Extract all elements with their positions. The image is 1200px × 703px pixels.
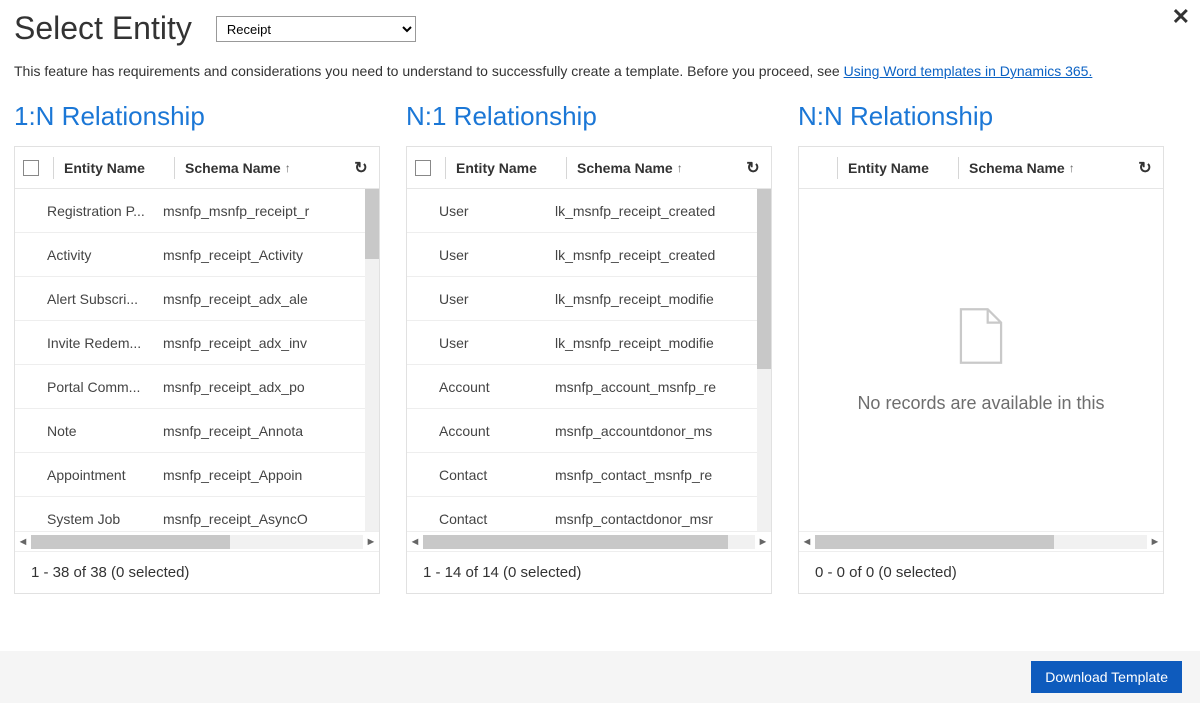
vertical-scrollbar-n1[interactable]: [757, 189, 771, 531]
table-row[interactable]: Accountmsnfp_account_msnfp_re: [407, 365, 771, 409]
grid-footer-1n: 1 - 38 of 38 (0 selected): [15, 551, 379, 593]
grid-nn: Entity Name Schema Name ↑ ↻ No recor: [798, 146, 1164, 594]
cell-schema: lk_msnfp_receipt_created: [555, 247, 771, 263]
cell-schema: msnfp_contact_msnfp_re: [555, 467, 771, 483]
hscroll-left-n1[interactable]: ◄: [407, 536, 423, 548]
sort-asc-icon: ↑: [285, 161, 291, 175]
sort-asc-icon: ↑: [1069, 161, 1075, 175]
header-entity-n1[interactable]: Entity Name: [452, 160, 560, 176]
action-bar: Download Template: [0, 651, 1200, 703]
table-row[interactable]: Userlk_msnfp_receipt_modifie: [407, 277, 771, 321]
table-row[interactable]: Userlk_msnfp_receipt_created: [407, 233, 771, 277]
cell-entity: Portal Comm...: [47, 379, 163, 395]
cell-schema: msnfp_account_msnfp_re: [555, 379, 771, 395]
section-title-1n: 1:N Relationship: [14, 101, 380, 132]
cell-entity: Appointment: [47, 467, 163, 483]
grid-footer-nn: 0 - 0 of 0 (0 selected): [799, 551, 1163, 593]
table-row[interactable]: Alert Subscri...msnfp_receipt_adx_ale: [15, 277, 379, 321]
table-row[interactable]: Userlk_msnfp_receipt_created: [407, 189, 771, 233]
intro-text-body: This feature has requirements and consid…: [14, 63, 844, 79]
cell-entity: Registration P...: [47, 203, 163, 219]
select-all-checkbox-n1[interactable]: [415, 160, 431, 176]
header-schema-n1[interactable]: Schema Name ↑: [573, 160, 741, 176]
hscroll-right-n1[interactable]: ►: [755, 536, 771, 548]
table-row[interactable]: Contactmsnfp_contact_msnfp_re: [407, 453, 771, 497]
header-entity-1n[interactable]: Entity Name: [60, 160, 168, 176]
table-row[interactable]: Invite Redem...msnfp_receipt_adx_inv: [15, 321, 379, 365]
cell-schema: msnfp_receipt_AsyncO: [163, 511, 379, 527]
header-schema-nn[interactable]: Schema Name ↑: [965, 160, 1133, 176]
hscroll-left-1n[interactable]: ◄: [15, 536, 31, 548]
refresh-icon[interactable]: ↻: [1133, 158, 1157, 178]
cell-schema: lk_msnfp_receipt_modifie: [555, 335, 771, 351]
refresh-icon[interactable]: ↻: [741, 158, 765, 178]
cell-entity: User: [439, 291, 555, 307]
cell-entity: User: [439, 203, 555, 219]
header-entity-nn[interactable]: Entity Name: [844, 160, 952, 176]
cell-entity: Account: [439, 379, 555, 395]
grid-footer-n1: 1 - 14 of 14 (0 selected): [407, 551, 771, 593]
cell-schema: msnfp_msnfp_receipt_r: [163, 203, 379, 219]
entity-select[interactable]: Receipt: [216, 16, 416, 42]
refresh-icon[interactable]: ↻: [349, 158, 373, 178]
hscroll-right-1n[interactable]: ►: [363, 536, 379, 548]
cell-schema: msnfp_accountdonor_ms: [555, 423, 771, 439]
grid-header-1n: Entity Name Schema Name ↑ ↻: [15, 147, 379, 189]
cell-entity: Account: [439, 423, 555, 439]
cell-schema: msnfp_contactdonor_msr: [555, 511, 771, 527]
table-row[interactable]: Notemsnfp_receipt_Annota: [15, 409, 379, 453]
table-row[interactable]: System Jobmsnfp_receipt_AsyncO: [15, 497, 379, 531]
table-row[interactable]: Appointmentmsnfp_receipt_Appoin: [15, 453, 379, 497]
cell-entity: Invite Redem...: [47, 335, 163, 351]
cell-entity: User: [439, 335, 555, 351]
download-template-button[interactable]: Download Template: [1031, 661, 1182, 693]
grid-1n: Entity Name Schema Name ↑ ↻ Registration…: [14, 146, 380, 594]
intro-link[interactable]: Using Word templates in Dynamics 365.: [844, 63, 1093, 79]
cell-schema: msnfp_receipt_adx_ale: [163, 291, 379, 307]
cell-schema: msnfp_receipt_adx_inv: [163, 335, 379, 351]
hscroll-left-nn[interactable]: ◄: [799, 536, 815, 548]
header-schema-1n[interactable]: Schema Name ↑: [181, 160, 349, 176]
table-row[interactable]: Activitymsnfp_receipt_Activity: [15, 233, 379, 277]
section-title-nn: N:N Relationship: [798, 101, 1164, 132]
table-row[interactable]: Userlk_msnfp_receipt_modifie: [407, 321, 771, 365]
cell-schema: msnfp_receipt_Activity: [163, 247, 379, 263]
cell-schema: msnfp_receipt_Appoin: [163, 467, 379, 483]
cell-entity: Contact: [439, 511, 555, 527]
cell-schema: lk_msnfp_receipt_created: [555, 203, 771, 219]
section-title-n1: N:1 Relationship: [406, 101, 772, 132]
select-all-checkbox-1n[interactable]: [23, 160, 39, 176]
cell-schema: msnfp_receipt_adx_po: [163, 379, 379, 395]
empty-text: No records are available in this: [857, 393, 1104, 414]
table-row[interactable]: Registration P...msnfp_msnfp_receipt_r: [15, 189, 379, 233]
hscroll-track-n1[interactable]: [423, 535, 755, 549]
sort-asc-icon: ↑: [677, 161, 683, 175]
cell-entity: Alert Subscri...: [47, 291, 163, 307]
hscroll-track-1n[interactable]: [31, 535, 363, 549]
intro-text: This feature has requirements and consid…: [14, 63, 1186, 79]
grid-header-n1: Entity Name Schema Name ↑ ↻: [407, 147, 771, 189]
cell-schema: msnfp_receipt_Annota: [163, 423, 379, 439]
cell-entity: System Job: [47, 511, 163, 527]
cell-entity: Contact: [439, 467, 555, 483]
vertical-scrollbar-1n[interactable]: [365, 189, 379, 531]
cell-entity: User: [439, 247, 555, 263]
cell-entity: Note: [47, 423, 163, 439]
grid-n1: Entity Name Schema Name ↑ ↻ Userlk_msnfp…: [406, 146, 772, 594]
page-title: Select Entity: [14, 10, 192, 47]
table-row[interactable]: Portal Comm...msnfp_receipt_adx_po: [15, 365, 379, 409]
close-icon[interactable]: ✕: [1172, 4, 1190, 30]
hscroll-right-nn[interactable]: ►: [1147, 536, 1163, 548]
table-row[interactable]: Accountmsnfp_accountdonor_ms: [407, 409, 771, 453]
grid-header-nn: Entity Name Schema Name ↑ ↻: [799, 147, 1163, 189]
table-row[interactable]: Contactmsnfp_contactdonor_msr: [407, 497, 771, 531]
hscroll-track-nn[interactable]: [815, 535, 1147, 549]
file-icon: [958, 307, 1004, 365]
cell-entity: Activity: [47, 247, 163, 263]
cell-schema: lk_msnfp_receipt_modifie: [555, 291, 771, 307]
